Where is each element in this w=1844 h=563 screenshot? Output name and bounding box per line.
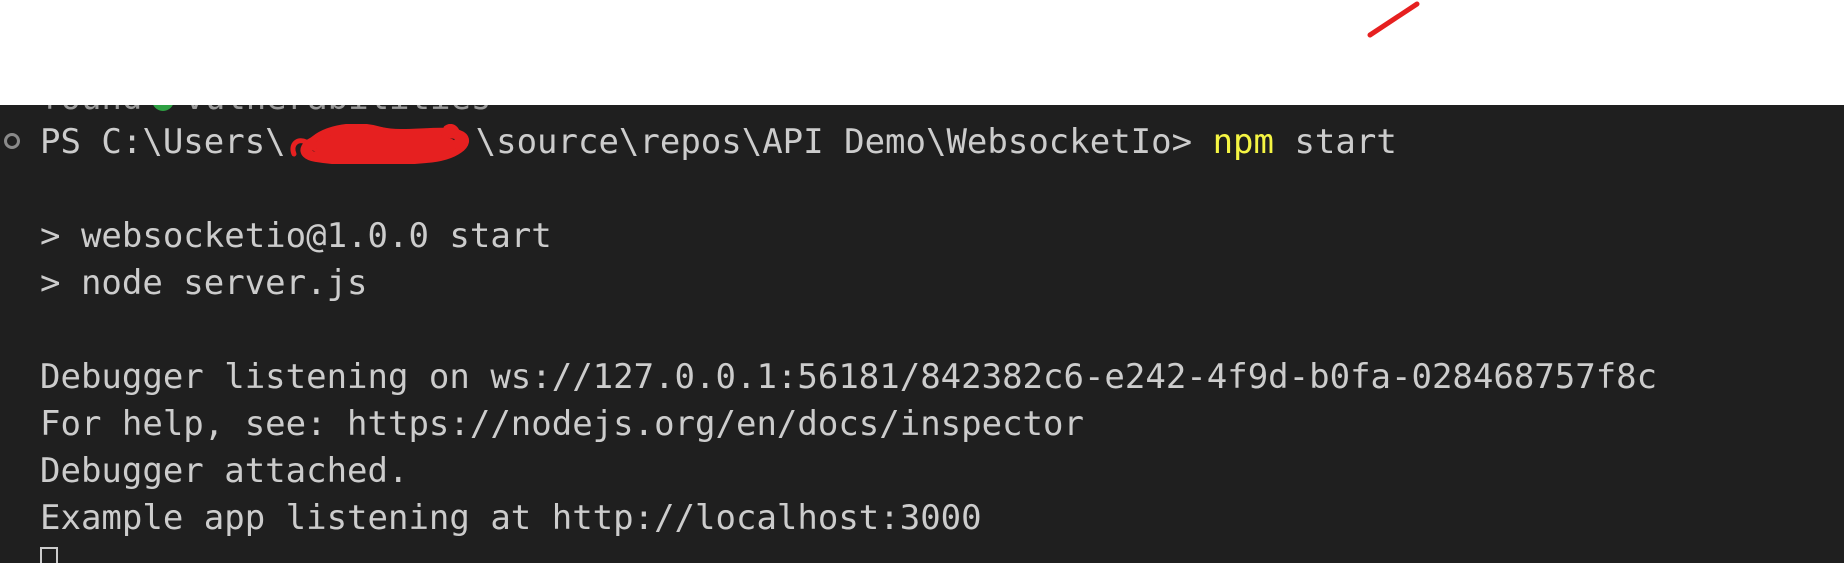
terminal-panel[interactable]: found vulnerabilities PS C:\Users\ \sourc… [0, 105, 1844, 563]
output-line: Debugger listening on ws://127.0.0.1:561… [40, 357, 1658, 397]
prompt-suffix: \source\repos\API Demo\WebsocketIo> [475, 122, 1213, 162]
prompt-line: PS C:\Users\ \source\repos\API Demo\Webs… [40, 119, 1397, 166]
output-line: > node server.js [40, 263, 368, 303]
partial-output-start: found [40, 105, 142, 118]
output-line: For help, see: https://nodejs.org/en/doc… [40, 404, 1084, 444]
white-header-area [0, 0, 1844, 105]
partial-output-end: vulnerabilities [184, 105, 491, 118]
terminal-cursor [40, 547, 58, 563]
success-dot-icon [152, 105, 175, 111]
output-line: > websocketio@1.0.0 start [40, 216, 552, 256]
output-line: Debugger attached. [40, 451, 409, 491]
command-args: start [1273, 122, 1397, 162]
redaction-scribble-icon [286, 123, 476, 164]
command-decoration-circle-icon[interactable] [4, 133, 20, 149]
output-line: Example app listening at http://localhos… [40, 498, 982, 538]
prompt-prefix: PS C:\Users\ [40, 122, 286, 162]
command-name: npm [1212, 122, 1274, 162]
